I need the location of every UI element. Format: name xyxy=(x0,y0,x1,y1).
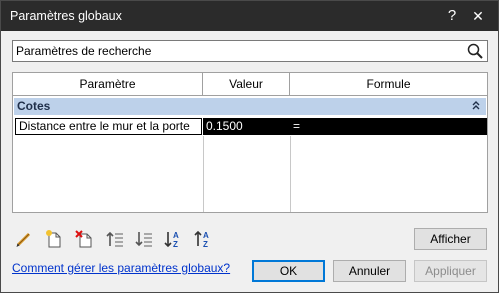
column-divider xyxy=(290,136,291,212)
sort-ascending-icon[interactable]: A Z xyxy=(164,229,184,249)
move-up-icon[interactable] xyxy=(105,229,125,249)
window-title: Paramètres globaux xyxy=(10,9,122,23)
new-parameter-icon[interactable] xyxy=(44,229,64,249)
help-link[interactable]: Comment gérer les paramètres globaux? xyxy=(12,261,230,275)
parameter-name-cell[interactable]: Distance entre le mur et la porte xyxy=(15,118,202,135)
table-row[interactable]: Distance entre le mur et la porte 0.1500… xyxy=(14,117,487,136)
apply-button[interactable]: Appliquer xyxy=(414,260,487,282)
column-divider xyxy=(203,136,204,212)
global-parameters-dialog: Paramètres globaux ? ✕ Paramètres de rec… xyxy=(0,0,499,293)
sort-descending-icon[interactable]: A Z xyxy=(194,229,214,249)
svg-text:A: A xyxy=(173,231,179,240)
collapse-icon[interactable] xyxy=(472,100,480,112)
search-field[interactable]: Paramètres de recherche xyxy=(12,40,488,62)
group-row-cotes[interactable]: Cotes xyxy=(14,98,486,115)
column-header-parameter[interactable]: Paramètre xyxy=(13,73,203,96)
delete-parameter-icon[interactable] xyxy=(74,229,94,249)
parameter-formula-cell[interactable]: = xyxy=(290,118,487,135)
svg-text:Z: Z xyxy=(173,240,178,249)
cancel-button[interactable]: Annuler xyxy=(333,260,406,282)
parameter-value-cell[interactable]: 0.1500 xyxy=(203,118,290,135)
help-button[interactable]: ? xyxy=(442,6,462,26)
close-button[interactable]: ✕ xyxy=(468,6,488,26)
column-header-value[interactable]: Valeur xyxy=(203,73,290,96)
search-icon[interactable] xyxy=(466,42,484,60)
column-header-formula[interactable]: Formule xyxy=(290,73,487,96)
show-button[interactable]: Afficher xyxy=(414,228,487,250)
title-bar[interactable]: Paramètres globaux ? ✕ xyxy=(1,1,498,31)
move-down-icon[interactable] xyxy=(134,229,154,249)
svg-text:Z: Z xyxy=(203,240,208,249)
group-label: Cotes xyxy=(17,99,51,113)
svg-text:A: A xyxy=(203,231,209,240)
parameters-table: Paramètre Valeur Formule Cotes Distance … xyxy=(12,72,488,213)
pencil-edit-icon[interactable] xyxy=(14,229,34,249)
search-input[interactable]: Paramètres de recherche xyxy=(16,44,151,58)
ok-button[interactable]: OK xyxy=(252,260,325,282)
